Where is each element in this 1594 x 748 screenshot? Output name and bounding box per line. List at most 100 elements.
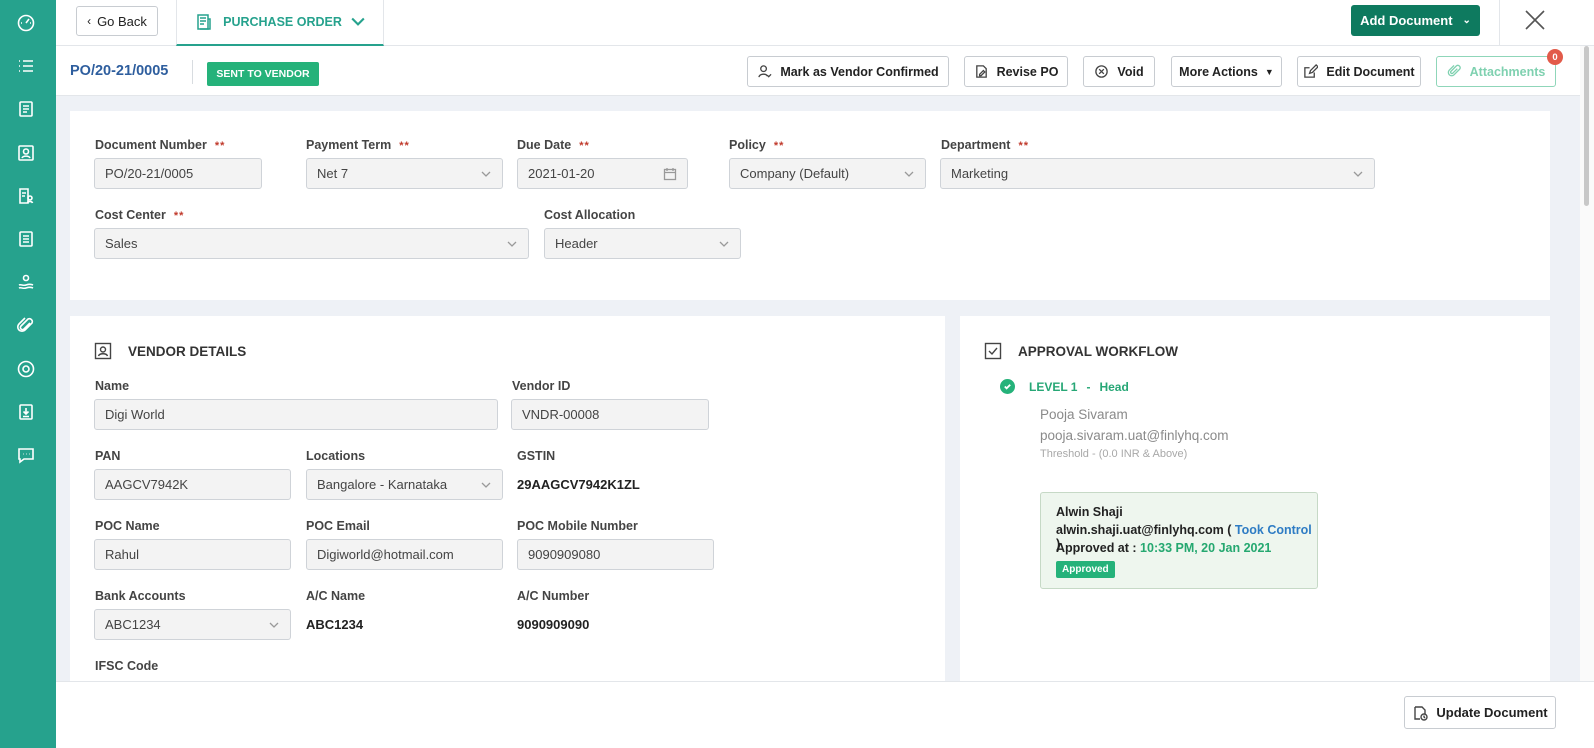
- list-icon[interactable]: [14, 54, 38, 78]
- close-icon[interactable]: [1523, 8, 1547, 32]
- poc-name-label: POC Name: [95, 519, 160, 533]
- due-date-value: 2021-01-20: [528, 166, 595, 181]
- approved-badge: Approved: [1056, 561, 1115, 578]
- department-select[interactable]: Marketing: [940, 158, 1375, 189]
- locations-value: Bangalore - Karnataka: [317, 477, 448, 492]
- cost-allocation-label: Cost Allocation: [544, 208, 636, 222]
- bank-accounts-select[interactable]: ABC1234: [94, 609, 291, 640]
- edit-document-button[interactable]: Edit Document: [1297, 56, 1421, 87]
- void-button[interactable]: Void: [1083, 56, 1155, 87]
- scrollbar-thumb[interactable]: [1584, 46, 1589, 206]
- document-number-label: Document Number **: [95, 138, 226, 152]
- chevron-down-icon: [903, 168, 915, 180]
- user-check-icon: [758, 65, 772, 78]
- download-report-icon[interactable]: [14, 400, 38, 424]
- payment-term-select[interactable]: Net 7: [306, 158, 503, 189]
- void-label: Void: [1117, 64, 1144, 79]
- update-document-label: Update Document: [1436, 705, 1548, 720]
- circle-icon[interactable]: [14, 357, 38, 381]
- took-control-link[interactable]: Took Control: [1235, 523, 1312, 537]
- department-label: Department **: [941, 138, 1030, 152]
- chevron-down-icon: [480, 168, 492, 180]
- poc-mobile-field[interactable]: 9090909080: [517, 539, 714, 570]
- add-document-label: Add Document: [1360, 13, 1453, 28]
- attachments-button[interactable]: Attachments 0: [1436, 49, 1563, 87]
- cost-allocation-select[interactable]: Header: [544, 228, 741, 259]
- approver-email: pooja.sivaram.uat@finlyhq.com: [1040, 428, 1229, 443]
- document-icon[interactable]: [14, 97, 38, 121]
- mark-vendor-confirmed-button[interactable]: Mark as Vendor Confirmed: [747, 56, 949, 87]
- calendar-icon[interactable]: [663, 167, 677, 181]
- document-number-field[interactable]: PO/20-21/0005: [94, 158, 262, 189]
- update-document-icon: [1414, 705, 1429, 721]
- chevron-down-icon: [480, 479, 492, 491]
- ac-name-label: A/C Name: [306, 589, 366, 603]
- approval-record: Alwin Shaji alwin.shaji.uat@finlyhq.com …: [1040, 492, 1318, 589]
- poc-email-label: POC Email: [306, 519, 370, 533]
- revise-po-button[interactable]: Revise PO: [964, 56, 1068, 87]
- gstin-label: GSTIN: [517, 449, 556, 463]
- po-number: PO/20-21/0005: [70, 63, 169, 79]
- poc-mobile-label: POC Mobile Number: [517, 519, 638, 533]
- vendor-details-card: VENDOR DETAILS Name Digi World Vendor ID…: [70, 316, 945, 688]
- vendor-name-field[interactable]: Digi World: [94, 399, 498, 430]
- vendor-details-title: VENDOR DETAILS: [94, 342, 246, 360]
- approval-workflow-card: APPROVAL WORKFLOW LEVEL 1 - Head Pooja S…: [960, 316, 1550, 688]
- approval-workflow-title: APPROVAL WORKFLOW: [984, 342, 1178, 360]
- policy-select[interactable]: Company (Default): [729, 158, 926, 189]
- approver-name: Pooja Sivaram: [1040, 407, 1128, 422]
- approved-at-timestamp: 10:33 PM, 20 Jan 2021: [1140, 541, 1272, 555]
- check-circle-icon: [1000, 379, 1015, 394]
- vendor-id-label: Vendor ID: [512, 379, 571, 393]
- chevron-down-icon: [718, 238, 730, 250]
- invoice-icon[interactable]: [14, 227, 38, 251]
- add-document-button[interactable]: Add Document ⌄: [1351, 5, 1480, 36]
- poc-name-field[interactable]: Rahul: [94, 539, 291, 570]
- locations-select[interactable]: Bangalore - Karnataka: [306, 469, 503, 500]
- payments-icon[interactable]: [14, 270, 38, 294]
- gstin-value: 29AAGCV7942K1ZL: [517, 477, 640, 492]
- cost-center-value: Sales: [105, 236, 138, 251]
- ifsc-label: IFSC Code: [95, 659, 159, 673]
- chevron-down-icon: ⌄: [1462, 15, 1471, 26]
- tab-purchase-order-label: PURCHASE ORDER: [223, 15, 342, 29]
- department-value: Marketing: [951, 166, 1009, 181]
- tab-purchase-order[interactable]: PURCHASE ORDER: [176, 0, 384, 46]
- poc-email-field[interactable]: Digiworld@hotmail.com: [306, 539, 503, 570]
- purchase-order-icon: [197, 14, 211, 30]
- more-actions-button[interactable]: More Actions ▼: [1171, 56, 1282, 87]
- cost-allocation-value: Header: [555, 236, 598, 251]
- policy-label: Policy **: [729, 138, 785, 152]
- chevron-down-icon: [268, 619, 280, 631]
- status-badge: SENT TO VENDOR: [207, 62, 319, 86]
- dashboard-icon[interactable]: [14, 10, 38, 34]
- revise-icon: [975, 65, 987, 78]
- revise-po-label: Revise PO: [996, 64, 1059, 79]
- go-back-button[interactable]: ‹ Go Back: [76, 6, 158, 36]
- caret-down-icon: ▼: [1264, 66, 1274, 77]
- chevron-down-icon: [506, 238, 518, 250]
- ac-number-label: A/C Number: [517, 589, 590, 603]
- user-report-icon[interactable]: [14, 184, 38, 208]
- vendor-name-label: Name: [95, 379, 130, 393]
- divider: [192, 60, 193, 84]
- payment-term-value: Net 7: [317, 166, 349, 181]
- chevron-left-icon: ‹: [87, 14, 92, 28]
- due-date-field[interactable]: 2021-01-20: [517, 158, 688, 189]
- cost-center-label: Cost Center **: [95, 208, 185, 222]
- bank-accounts-label: Bank Accounts: [95, 589, 186, 603]
- attachment-icon[interactable]: [14, 314, 38, 338]
- top-bar: ‹ Go Back PURCHASE ORDER Add Document ⌄: [56, 0, 1594, 46]
- more-actions-label: More Actions: [1179, 64, 1258, 79]
- locations-label: Locations: [306, 449, 366, 463]
- approver-threshold: Threshold - (0.0 INR & Above): [1040, 448, 1188, 460]
- vendor-id-field[interactable]: VNDR-00008: [511, 399, 709, 430]
- cost-center-select[interactable]: Sales: [94, 228, 529, 259]
- pan-field[interactable]: AAGCV7942K: [94, 469, 291, 500]
- ac-number-value: 9090909090: [517, 617, 590, 632]
- go-back-label: Go Back: [97, 13, 147, 29]
- contact-card-icon[interactable]: [14, 141, 38, 165]
- scrollbar[interactable]: [1580, 46, 1594, 681]
- chat-icon[interactable]: [14, 443, 38, 467]
- update-document-button[interactable]: Update Document: [1404, 696, 1556, 729]
